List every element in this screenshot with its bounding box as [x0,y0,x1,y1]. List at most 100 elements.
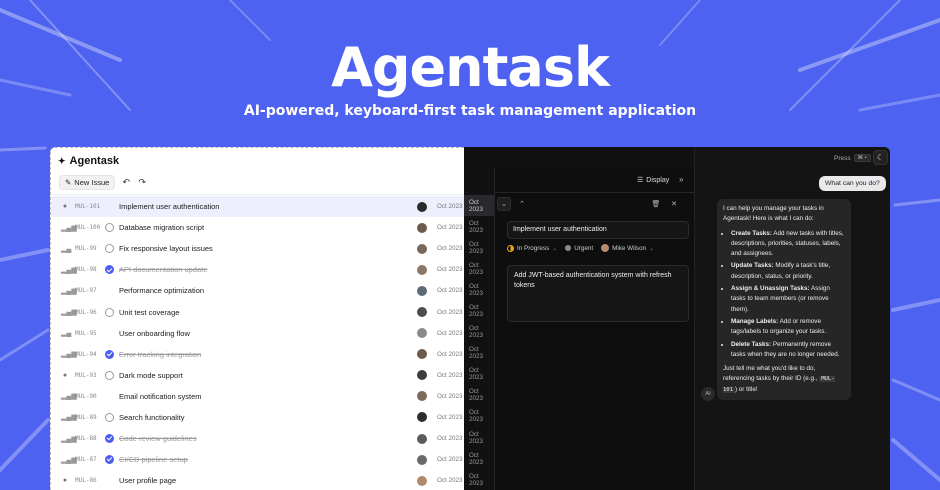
in-progress-status-icon[interactable] [105,286,114,295]
table-row[interactable]: ▂▄▆ MUL-94 Error tracking integration Oct 2… [51,344,465,365]
issue-date: Oct 2023 [437,329,463,337]
display-button[interactable]: ☰ Display [637,176,670,185]
capability-item: Update Tasks: Modify a task's title, des… [731,261,845,282]
capability-item: Assign & Unassign Tasks: Assign tasks to… [731,284,845,315]
todo-status-icon[interactable] [105,223,114,233]
urgent-icon [565,245,572,251]
avatar [601,244,610,252]
issue-date: Oct 2023 [437,392,463,400]
overflow-date: Oct 2023 [469,346,484,361]
issue-title: Unit test coverage [119,307,180,317]
todo-status-icon[interactable] [105,244,114,254]
capability-item: Delete Tasks: Permanently remove tasks w… [731,340,845,361]
table-row[interactable]: ▂▄▆ MUL-100 Database migration script Oct 2… [51,217,465,238]
redo-icon[interactable]: ↷ [137,177,147,188]
done-status-icon[interactable] [105,455,114,465]
capability-item: Manage Labels: Add or remove tags/labels… [731,317,845,338]
issue-title: Fix responsive layout issues [119,244,213,254]
urgent-priority-icon[interactable]: ● [61,203,69,210]
table-row[interactable]: ● MUL-86 User profile page Oct 2023 [51,470,465,490]
display-label: Display [646,176,670,184]
issue-date: Oct 2023 [437,308,463,316]
table-row[interactable]: ▂▄▆ MUL-90 Email notification system Oct 20… [51,386,465,407]
avatar[interactable] [417,328,427,339]
priority-bars-icon[interactable]: ▂▄ [61,329,71,337]
todo-status-icon[interactable] [105,370,114,380]
done-status-icon[interactable] [105,349,114,359]
done-status-icon[interactable] [105,434,114,444]
in-progress-status-icon[interactable] [105,476,114,485]
avatar[interactable] [417,391,427,402]
ai-outro-end: ) or title! [734,385,758,393]
avatar[interactable] [417,243,427,254]
undo-icon[interactable]: ↶ [121,177,131,188]
issue-detail-panel: ☰ Display » ⌄ ⌃ 🗑 ✕ Implement user authe… [494,168,695,490]
overflow-date: Oct 2023 [469,261,484,276]
moon-icon[interactable]: ☾ [873,150,888,165]
priority-bars-icon[interactable]: ▂▄▆ [61,413,77,421]
issue-title: User profile page [119,476,177,486]
capability-name: Delete Tasks: [731,340,772,348]
hero-subtitle: AI-powered, keyboard-first task manageme… [243,103,697,119]
issue-date: Oct 2023 [437,203,463,211]
chevron-down-icon[interactable]: ⌄ [497,197,511,211]
urgent-priority-icon[interactable]: ● [61,372,69,379]
avatar[interactable] [417,201,427,212]
priority-bars-icon[interactable]: ▂▄ [61,245,71,253]
trash-icon[interactable]: 🗑 [649,197,663,211]
table-row[interactable]: ● MUL-93 Dark mode support Oct 2023 [51,365,465,386]
priority-bars-icon[interactable]: ▂▄▆ [61,350,77,358]
issue-description-field[interactable]: Add JWT-based authentication system with… [507,265,689,322]
chevron-up-icon[interactable]: ⌃ [515,197,529,211]
priority-bars-icon[interactable]: ▂▄▆ [61,287,77,295]
todo-status-icon[interactable] [105,307,114,317]
issue-id: MUL-93 [75,371,97,379]
priority-bars-icon[interactable]: ▂▄▆ [61,224,77,232]
table-row[interactable]: ● MUL-101 Implement user authentication Oct… [51,196,465,218]
close-icon[interactable]: ✕ [667,197,681,211]
avatar[interactable] [417,307,427,318]
priority-select[interactable]: Urgent [565,245,593,252]
table-row[interactable]: ▂▄ MUL-99 Fix responsive layout issues Oct … [51,238,465,259]
issue-id: MUL-86 [75,477,97,485]
new-issue-button[interactable]: ✎ New Issue [59,175,116,190]
in-progress-status-icon[interactable] [105,392,114,401]
avatar[interactable] [417,475,427,486]
priority-bars-icon[interactable]: ▂▄▆ [61,392,77,400]
table-row[interactable]: ▂▄▆ MUL-89 Search functionality Oct 2023 [51,407,465,428]
table-row[interactable]: ▂▄▆ MUL-88 Code review guidelines Oct 2023 [51,428,465,449]
overflow-date: Oct 2023 [469,472,484,487]
avatar[interactable] [417,349,427,360]
table-row[interactable]: ▂▄▆ MUL-87 CI/CD pipeline setup Oct 2023 [51,449,465,470]
assignee-select[interactable]: Mike Wilson ⌄ [601,244,654,252]
avatar[interactable] [417,285,427,296]
in-progress-status-icon[interactable] [105,202,114,211]
priority-bars-icon[interactable]: ▂▄▆ [61,456,77,464]
toolbar: ✎ New Issue ↶ ↷ [59,175,147,190]
in-progress-status-icon[interactable] [105,329,114,338]
done-status-icon[interactable] [105,265,114,275]
urgent-priority-icon[interactable]: ● [61,477,69,484]
todo-status-icon[interactable] [105,412,114,422]
table-row[interactable]: ▂▄▆ MUL-97 Performance optimization Oct 202… [51,280,465,301]
issue-id: MUL-89 [75,413,97,421]
chevron-down-icon: ⌄ [552,245,558,252]
status-select[interactable]: In Progress ⌄ [507,244,558,252]
chevron-down-icon: ⌄ [649,245,655,252]
priority-bars-icon[interactable]: ▂▄▆ [61,435,77,443]
avatar[interactable] [417,454,427,465]
table-row[interactable]: ▂▄▆ MUL-98 API documentation update Oct 202… [51,259,465,280]
table-row[interactable]: ▂▄ MUL-95 User onboarding flow Oct 2023 [51,323,465,344]
expand-icon[interactable]: » [679,175,683,184]
table-row[interactable]: ▂▄▆ MUL-96 Unit test coverage Oct 2023 [51,301,465,322]
priority-bars-icon[interactable]: ▂▄▆ [61,308,77,316]
issue-title-field[interactable]: Implement user authentication [507,221,689,239]
capability-list: Create Tasks: Add new tasks with titles,… [731,229,845,361]
avatar[interactable] [417,222,427,233]
avatar[interactable] [417,370,427,381]
issue-title: User onboarding flow [119,328,190,338]
avatar[interactable] [417,412,427,423]
avatar[interactable] [417,433,427,444]
avatar[interactable] [417,264,427,275]
priority-bars-icon[interactable]: ▂▄▆ [61,266,77,274]
